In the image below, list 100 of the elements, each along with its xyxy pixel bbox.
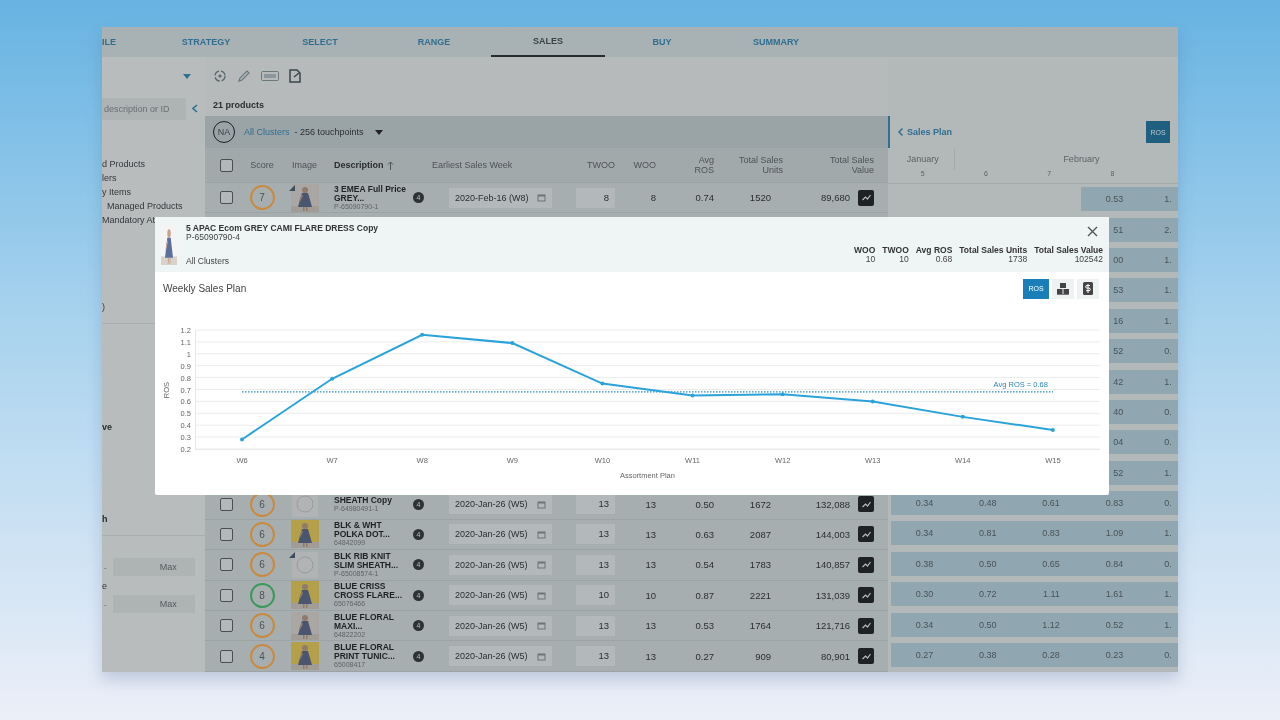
- chart-button[interactable]: [858, 496, 874, 513]
- date-field[interactable]: 2020-Jan-26 (W5): [449, 554, 552, 575]
- close-button[interactable]: [1086, 225, 1099, 238]
- plan-value[interactable]: 0.: [1144, 430, 1178, 455]
- plan-value[interactable]: 0.83: [1080, 491, 1145, 516]
- date-field[interactable]: 2020-Jan-26 (W5): [449, 494, 552, 515]
- column-header[interactable]: Earliest Sales Week: [432, 160, 513, 170]
- chart-button[interactable]: [858, 617, 874, 634]
- date-field[interactable]: 2020-Jan-26 (W5): [449, 524, 552, 545]
- twoo-field[interactable]: 13: [576, 646, 615, 667]
- plan-value[interactable]: 1.: [1144, 582, 1178, 607]
- product-name[interactable]: BLK RIB KNIT SLIM SHEATH...: [334, 551, 410, 570]
- column-header[interactable]: Total Sales Value: [819, 155, 874, 175]
- checkbox[interactable]: [219, 527, 233, 541]
- twoo-field[interactable]: 13: [576, 554, 615, 575]
- plan-value[interactable]: 0.23: [1080, 643, 1145, 668]
- caret-down-icon[interactable]: [183, 73, 191, 79]
- tab[interactable]: SELECT: [263, 27, 377, 57]
- column-header[interactable]: Description: [334, 160, 384, 170]
- chevron-left-icon[interactable]: [192, 104, 198, 113]
- checkbox[interactable]: [219, 649, 233, 663]
- max-field[interactable]: Max: [112, 558, 195, 576]
- product-name[interactable]: BLUE FLORAL PRINT TUNIC...: [334, 643, 410, 662]
- plan-value[interactable]: 1.12: [1017, 612, 1081, 637]
- product-name[interactable]: SHEATH Copy: [334, 495, 410, 505]
- plan-value[interactable]: 0.: [1144, 643, 1178, 668]
- units-view-button[interactable]: [1052, 278, 1074, 299]
- document-icon[interactable]: [289, 69, 301, 83]
- sort-up-icon[interactable]: [386, 160, 394, 170]
- column-header[interactable]: WOO: [633, 160, 656, 170]
- plan-value[interactable]: 1.09: [1080, 521, 1145, 546]
- plan-value[interactable]: 2.: [1144, 217, 1178, 242]
- chart-button[interactable]: [858, 648, 874, 665]
- product-name[interactable]: 3 EMEA Full Price GREY...: [334, 184, 410, 203]
- plan-value[interactable]: 0.83: [1017, 521, 1081, 546]
- tag-icon[interactable]: [261, 71, 279, 81]
- plan-value[interactable]: 1.: [1144, 460, 1178, 485]
- checkbox[interactable]: [219, 191, 233, 205]
- plan-value[interactable]: 0.81: [954, 521, 1018, 546]
- column-header[interactable]: Avg ROS: [688, 155, 714, 175]
- plan-value[interactable]: 1.: [1144, 521, 1178, 546]
- plan-value[interactable]: 0.27: [891, 643, 955, 668]
- plan-value[interactable]: 0.72: [954, 582, 1018, 607]
- sidebar-item[interactable]: y Items: [102, 185, 131, 199]
- plan-value[interactable]: 0.38: [891, 551, 955, 576]
- plan-value[interactable]: 1.11: [1017, 582, 1081, 607]
- tab[interactable]: ILE: [102, 27, 149, 57]
- plan-value[interactable]: 0.30: [891, 582, 955, 607]
- chart-button[interactable]: [858, 189, 874, 206]
- refresh-icon[interactable]: [213, 69, 227, 83]
- column-header[interactable]: Total Sales Units: [737, 155, 783, 175]
- checkbox[interactable]: [219, 588, 233, 602]
- chart-button[interactable]: [858, 526, 874, 543]
- plan-value[interactable]: 0.: [1144, 399, 1178, 424]
- cluster-link[interactable]: All Clusters: [244, 127, 290, 137]
- twoo-field[interactable]: 13: [576, 615, 615, 636]
- plan-value[interactable]: 1.: [1144, 612, 1178, 637]
- plan-value[interactable]: 1.: [1144, 187, 1178, 212]
- date-field[interactable]: 2020-Jan-26 (W5): [449, 646, 552, 667]
- plan-value[interactable]: 1.: [1144, 308, 1178, 333]
- sidebar-item[interactable]: d Products: [102, 157, 146, 171]
- max-field[interactable]: Max: [112, 595, 195, 613]
- chart-button[interactable]: [858, 556, 874, 573]
- twoo-field[interactable]: 8: [576, 187, 615, 208]
- tab[interactable]: SUMMARY: [719, 27, 833, 57]
- date-field[interactable]: 2020-Jan-26 (W5): [449, 585, 552, 606]
- twoo-field[interactable]: 10: [576, 585, 615, 606]
- plan-value[interactable]: 1.: [1144, 247, 1178, 272]
- twoo-field[interactable]: 13: [576, 524, 615, 545]
- twoo-field[interactable]: 13: [576, 494, 615, 515]
- sidebar-item[interactable]: Managed Products: [107, 199, 183, 213]
- plan-value[interactable]: 0.50: [954, 612, 1018, 637]
- checkbox[interactable]: [219, 497, 233, 511]
- chart-button[interactable]: [858, 587, 874, 604]
- column-header[interactable]: Score: [250, 160, 274, 170]
- product-name[interactable]: BLK & WHT POLKA DOT...: [334, 521, 410, 540]
- plan-value[interactable]: 0.34: [891, 612, 955, 637]
- caret-down-icon[interactable]: [374, 129, 383, 135]
- plan-value[interactable]: 0.65: [1017, 551, 1081, 576]
- back-link[interactable]: Sales Plan: [898, 127, 953, 137]
- date-field[interactable]: 2020-Jan-26 (W5): [449, 615, 552, 636]
- tab[interactable]: RANGE: [377, 27, 491, 57]
- plan-value[interactable]: 0.52: [1080, 612, 1145, 637]
- sidebar-item[interactable]: lers: [102, 171, 117, 185]
- date-field[interactable]: 2020-Feb-16 (W8): [449, 187, 552, 208]
- checkbox[interactable]: [219, 558, 233, 572]
- plan-value[interactable]: 0.53: [1080, 187, 1145, 212]
- checkbox[interactable]: [219, 158, 233, 172]
- plan-value[interactable]: 1.: [1144, 278, 1178, 303]
- value-view-button[interactable]: [1077, 278, 1099, 299]
- tab[interactable]: BUY: [605, 27, 719, 57]
- tab[interactable]: STRATEGY: [149, 27, 263, 57]
- plan-value[interactable]: 1.: [1144, 369, 1178, 394]
- column-header[interactable]: TWOO: [587, 160, 615, 170]
- plan-value[interactable]: 0.28: [1017, 643, 1081, 668]
- plan-value[interactable]: 0.: [1144, 491, 1178, 516]
- plan-value[interactable]: 0.: [1144, 339, 1178, 364]
- plan-value[interactable]: 0.38: [954, 643, 1018, 668]
- product-name[interactable]: BLUE CRISS CROSS FLARE...: [334, 582, 410, 601]
- plan-value[interactable]: 0.: [1144, 551, 1178, 576]
